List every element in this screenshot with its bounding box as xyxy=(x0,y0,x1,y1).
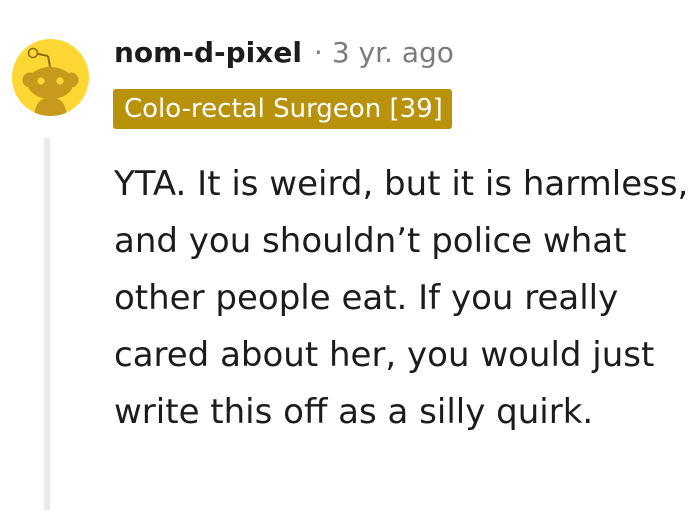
thread-line[interactable] xyxy=(44,138,50,510)
meta-separator: · xyxy=(313,35,323,69)
comment-header: nom-d-pixel · 3 yr. ago xyxy=(114,30,454,74)
snoo-avatar-icon xyxy=(22,47,79,116)
user-flair-badge: Colo-rectal Surgeon [39] xyxy=(113,89,452,129)
user-avatar[interactable] xyxy=(12,39,89,116)
comment: nom-d-pixel · 3 yr. ago Colo-rectal Surg… xyxy=(0,0,700,510)
comment-timestamp[interactable]: 3 yr. ago xyxy=(332,36,454,69)
username-link[interactable]: nom-d-pixel xyxy=(114,36,302,69)
comment-body: YTA. It is weird, but it is harmless, an… xyxy=(114,164,689,432)
